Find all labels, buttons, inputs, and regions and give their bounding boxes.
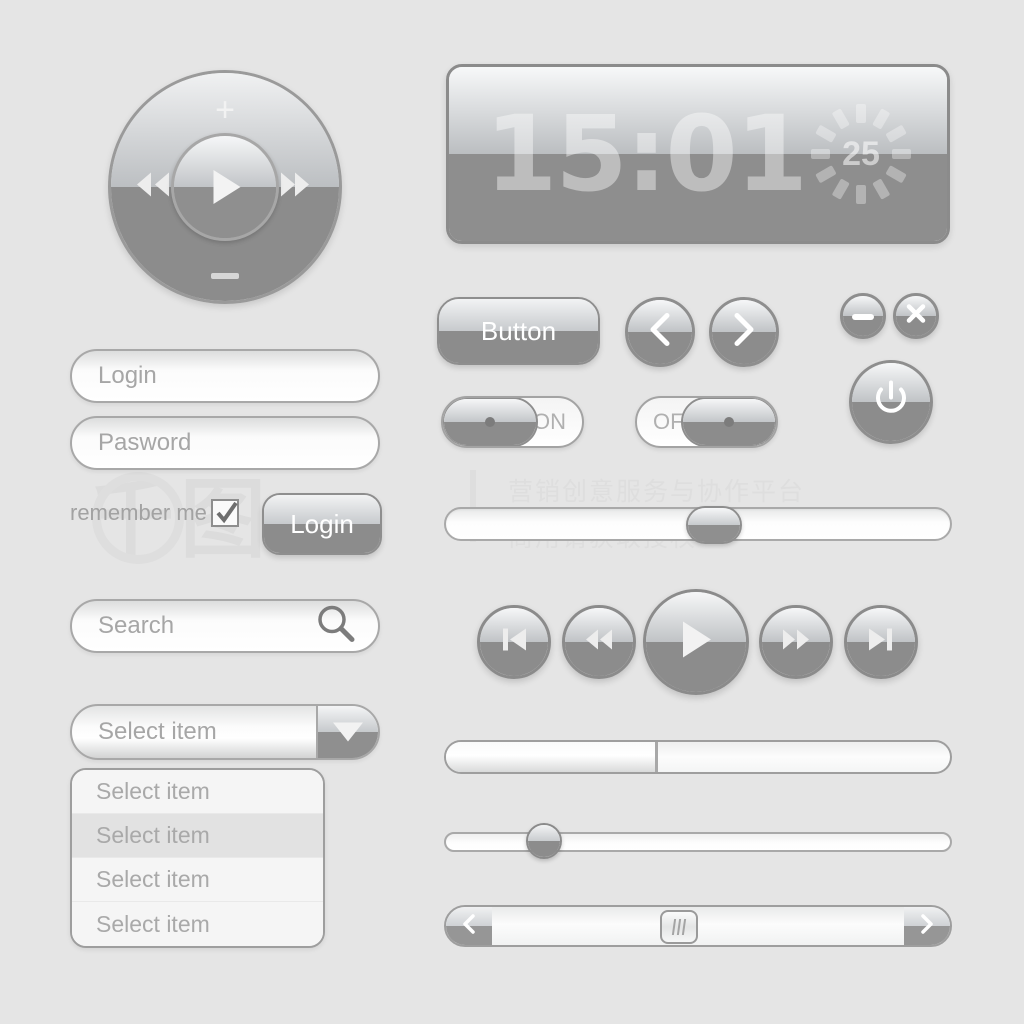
close-button[interactable] [893, 293, 939, 339]
horizontal-scrollbar[interactable] [444, 905, 952, 947]
volume-slider[interactable] [444, 506, 952, 544]
range-slider-handle[interactable] [526, 823, 563, 859]
skip-to-end-button[interactable] [844, 605, 918, 679]
chevron-down-icon [333, 722, 363, 742]
select-option-list[interactable]: Select item Select item Select item Sele… [70, 768, 325, 948]
vol-handle-gloss-top [687, 508, 740, 525]
search-placeholder: Search [98, 612, 175, 639]
grip-line [672, 919, 677, 935]
toggle-knob[interactable] [681, 398, 776, 446]
clock-time: 15:01 [485, 93, 808, 215]
rewind-icon [583, 628, 615, 657]
knob-dot [724, 417, 734, 427]
nav-previous-button[interactable] [625, 297, 695, 367]
login-placeholder: Login [98, 362, 157, 389]
power-icon [874, 380, 908, 424]
login-submit-button[interactable]: Login [262, 493, 382, 555]
list-item[interactable]: Select item [72, 858, 323, 902]
fast-forward-icon[interactable] [277, 172, 317, 203]
play-icon [678, 620, 714, 665]
knob-dot [485, 417, 495, 427]
password-placeholder: Pasword [98, 429, 192, 456]
thin-handle-gloss-bottom [528, 841, 561, 857]
ui-kit-canvas: 千图 营销创意服务与协作平台 商用请获取授权 + 15:01 [0, 0, 1024, 1024]
progress-bar-fill [446, 742, 658, 772]
select-selected-label: Select item [98, 718, 217, 745]
scrollbar-track[interactable] [492, 907, 904, 945]
loading-spinner-icon: 25 [809, 102, 913, 206]
volume-up-button[interactable]: + [215, 93, 235, 127]
spinner-value: 25 [842, 134, 880, 173]
toggle-knob[interactable] [443, 398, 538, 446]
chevron-right-icon [920, 913, 934, 939]
chevron-right-icon [732, 313, 756, 352]
chevron-left-icon [462, 913, 476, 939]
minimize-button[interactable] [840, 293, 886, 339]
chevron-left-icon [648, 313, 672, 352]
skip-to-end-icon [867, 626, 895, 659]
search-input[interactable]: Search [70, 599, 380, 653]
fast-forward-button[interactable] [759, 605, 833, 679]
toggle-switch-on[interactable]: ON [441, 396, 584, 448]
close-icon [906, 304, 926, 329]
scroll-right-button[interactable] [904, 907, 950, 945]
scroll-left-button[interactable] [446, 907, 492, 945]
list-item[interactable]: Select item [72, 814, 323, 858]
vol-handle-gloss-bottom [687, 525, 740, 542]
select-arrow-button[interactable] [316, 706, 378, 758]
volume-slider-handle[interactable] [685, 506, 742, 544]
play-icon [213, 170, 241, 204]
list-item[interactable]: Select item [72, 770, 323, 814]
grip-line [677, 919, 682, 935]
thin-handle-gloss-top [528, 825, 561, 841]
skip-to-start-icon [500, 626, 528, 659]
search-icon[interactable] [316, 604, 356, 649]
digital-clock-display: 15:01 25 [446, 64, 950, 244]
remember-me-label: remember me [70, 500, 207, 525]
watermark-line-1: 营销创意服务与协作平台 [508, 478, 806, 506]
rewind-icon[interactable] [133, 172, 173, 203]
circular-media-pad[interactable]: + [108, 70, 342, 304]
rewind-button[interactable] [562, 605, 636, 679]
volume-down-button[interactable] [211, 273, 239, 279]
checkmark-icon [216, 501, 238, 524]
progress-bar [444, 740, 952, 774]
select-dropdown[interactable]: Select item [70, 704, 380, 760]
login-input[interactable]: Login [70, 349, 380, 403]
remember-me-checkbox[interactable] [211, 499, 239, 527]
login-button-label: Login [290, 508, 354, 539]
grip-line [682, 919, 687, 935]
toggle-switch-off[interactable]: OFF [635, 396, 778, 448]
range-slider[interactable] [444, 823, 952, 859]
play-button-center[interactable] [171, 133, 279, 241]
scrollbar-thumb[interactable] [660, 910, 699, 944]
minus-icon [852, 307, 874, 325]
password-input[interactable]: Pasword [70, 416, 380, 470]
list-item[interactable]: Select item [72, 902, 323, 946]
nav-next-button[interactable] [709, 297, 779, 367]
skip-to-start-button[interactable] [477, 605, 551, 679]
fast-forward-icon [780, 628, 812, 657]
primary-button[interactable]: Button [437, 297, 600, 365]
play-button[interactable] [643, 589, 749, 695]
power-button[interactable] [849, 360, 933, 444]
primary-button-label: Button [480, 315, 557, 346]
